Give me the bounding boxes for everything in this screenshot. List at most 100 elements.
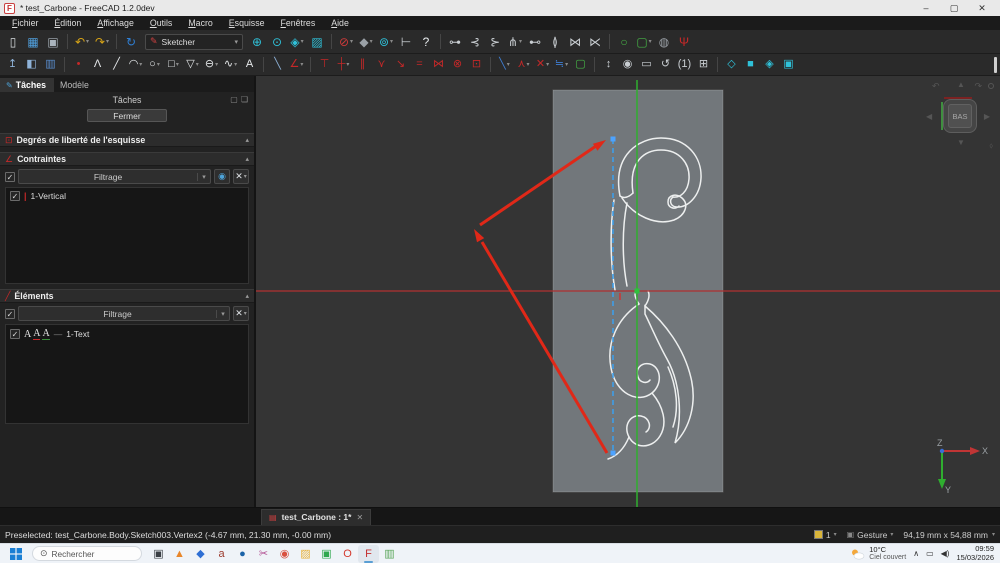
virtual-space-button[interactable]: ◉ <box>619 56 637 73</box>
zoom-selection-button[interactable]: ⊙ <box>268 32 287 51</box>
create-line-button[interactable]: ╱ <box>108 56 126 73</box>
measure-button[interactable]: ⊢ <box>397 32 416 51</box>
redo-button[interactable]: ↷ <box>93 32 112 51</box>
menu-item[interactable]: Macro <box>180 18 220 28</box>
settings-1-button[interactable]: (1) <box>676 56 694 73</box>
constrain-parallel-button[interactable]: ∥ <box>354 56 372 73</box>
split-edge-button[interactable]: ⋔ <box>506 32 525 51</box>
create-text-button[interactable]: A <box>241 56 259 73</box>
merge-sketch-button[interactable]: ⋉ <box>586 32 605 51</box>
tab-modele[interactable]: Modèle <box>54 78 97 92</box>
clipping-plane-button[interactable]: ⊘ <box>337 32 356 51</box>
create-slot-button[interactable]: ⊖ <box>203 56 221 73</box>
constraint-checkbox[interactable] <box>10 191 20 201</box>
view-sketch-button[interactable]: ▥ <box>42 56 60 73</box>
constrain-lock-button[interactable]: ⊡ <box>468 56 486 73</box>
undo-button[interactable]: ↶ <box>73 32 92 51</box>
constrain-coincident-button[interactable]: ⋏ <box>515 56 533 73</box>
network-icon[interactable]: ▭ <box>926 549 934 558</box>
section-elements[interactable]: ╱ Éléments ▴ <box>0 289 254 303</box>
elements-settings-button[interactable]: ✕ <box>233 306 249 321</box>
create-polyline-button[interactable]: Λ <box>89 56 107 73</box>
nav-orbit-dot-icon[interactable] <box>988 83 994 89</box>
menu-item[interactable]: Esquisse <box>221 18 273 28</box>
construction-vertex-top[interactable] <box>611 137 616 142</box>
collapse-arrow-icon[interactable]: ▴ <box>245 292 249 300</box>
insert-knot-button[interactable]: ≬ <box>546 32 565 51</box>
dimension-tools-button[interactable]: ╲ <box>496 56 514 73</box>
constraints-settings-button[interactable]: ✕ <box>233 169 249 184</box>
collapse-arrow-icon[interactable]: ▴ <box>245 136 249 144</box>
save-document[interactable]: ▣ <box>44 32 63 51</box>
join-curves-button[interactable]: ⊷ <box>526 32 545 51</box>
fit-all-button[interactable]: ⊕ <box>248 32 267 51</box>
carbon-copy-button[interactable]: ▢ <box>635 32 654 51</box>
construction-line-button[interactable]: ╲ <box>269 56 287 73</box>
menu-item[interactable]: Affichage <box>89 18 142 28</box>
document-tab[interactable]: ▤ test_Carbone : 1* ✕ <box>261 509 371 525</box>
constraints-filter-checkbox[interactable] <box>5 172 15 182</box>
navigation-cube[interactable]: ↶ ▲ ↷ ◀ ▶ ▼ BAS ⬨ <box>924 81 996 153</box>
elements-filter-select[interactable]: Filtrage ▾ <box>18 306 230 321</box>
create-point-button[interactable]: • <box>70 56 88 73</box>
3d-viewport[interactable]: ↶ ▲ ↷ ◀ ▶ ▼ BAS ⬨ X <box>256 76 1000 507</box>
tab-taches[interactable]: ✎ Tâches <box>0 78 54 92</box>
construction-vertex-bottom[interactable] <box>611 451 616 456</box>
section-contraintes[interactable]: ∠ Contraintes ▴ <box>0 152 254 166</box>
constrain-block-button[interactable]: ⊗ <box>449 56 467 73</box>
ellipse-tool-button[interactable]: ◍ <box>655 32 674 51</box>
dimension-cross-button[interactable]: ┼ <box>335 56 353 73</box>
minimize-icon[interactable]: – <box>912 3 940 14</box>
select-elements-button[interactable]: ▭ <box>638 56 656 73</box>
close-tab-icon[interactable]: ✕ <box>356 513 363 522</box>
tray-chevron-icon[interactable]: ∧ <box>913 549 919 558</box>
trim-edge-button[interactable]: ⊰ <box>466 32 485 51</box>
task-view-icon[interactable]: ▣ <box>148 545 169 563</box>
nav-down-arrow-icon[interactable]: ▼ <box>957 138 965 147</box>
create-circle-button[interactable]: ○ <box>146 56 164 73</box>
workbench-selector[interactable]: ✎ Sketcher ▾ <box>145 34 243 50</box>
green-app-icon[interactable]: ▣ <box>316 545 337 563</box>
nav-right-arrow-icon[interactable]: ▶ <box>984 112 990 121</box>
menu-item[interactable]: Aide <box>323 18 357 28</box>
toolbar-overflow-handle[interactable] <box>994 57 997 73</box>
snipping-tool-icon[interactable]: ✂ <box>253 545 274 563</box>
nav-left-arrow-icon[interactable]: ◀ <box>926 112 932 121</box>
weather-widget[interactable]: 10°C Ciel couvert <box>850 546 906 562</box>
freecad-icon[interactable]: F <box>358 545 379 563</box>
mini-cube-icon[interactable]: ⬨ <box>989 141 993 151</box>
rotate-ccw-icon[interactable]: ↶ <box>932 81 940 92</box>
view-isometric-button[interactable]: ◇ <box>723 56 741 73</box>
open-document[interactable]: ▦ <box>24 32 43 51</box>
constraint-row[interactable]: | 1-Vertical <box>6 188 248 204</box>
refresh-button[interactable]: ↻ <box>122 32 141 51</box>
browser-a-icon[interactable]: a <box>211 545 232 563</box>
dock-overlay-button[interactable]: ▨ <box>308 32 327 51</box>
section-dof[interactable]: ⊡ Degrés de liberté de l'esquisse ▴ <box>0 133 254 147</box>
create-arc-button[interactable]: ◠ <box>127 56 145 73</box>
whats-this-button[interactable]: ? <box>417 32 436 51</box>
bspline-comb-button[interactable]: Ψ <box>675 32 694 51</box>
reorient-sketch-button[interactable]: ⊶ <box>446 32 465 51</box>
toggle-active-constraint-button[interactable]: ▢ <box>572 56 590 73</box>
extend-edge-button[interactable]: ⊱ <box>486 32 505 51</box>
clone-button[interactable]: ⊞ <box>695 56 713 73</box>
close-icon[interactable]: ✕ <box>968 3 996 14</box>
create-rectangle-button[interactable]: □ <box>165 56 183 73</box>
rotate-cw-icon[interactable]: ↷ <box>974 81 982 92</box>
menu-item[interactable]: Édition <box>46 18 89 28</box>
new-document[interactable]: ▯ <box>4 32 23 51</box>
delete-constraints-button[interactable]: ✕ <box>534 56 552 73</box>
create-polygon-button[interactable]: ▽ <box>184 56 202 73</box>
dock-panel-icon[interactable]: ❏ <box>241 95 248 104</box>
toggle-driving-button[interactable]: ≒ <box>553 56 571 73</box>
view-right-button[interactable]: ▣ <box>780 56 798 73</box>
external-geometry-button[interactable]: ○ <box>615 32 634 51</box>
constrain-symmetric-button[interactable]: ⋈ <box>430 56 448 73</box>
origin-point[interactable] <box>635 289 640 294</box>
taskbar-clock[interactable]: 09:59 15/03/2026 <box>956 545 994 562</box>
opera-icon[interactable]: O <box>337 545 358 563</box>
create-bspline-button[interactable]: ∿ <box>222 56 240 73</box>
layer-selector[interactable]: 1 ▾ <box>814 530 837 540</box>
nav-up-arrow-icon[interactable]: ▲ <box>957 80 965 89</box>
